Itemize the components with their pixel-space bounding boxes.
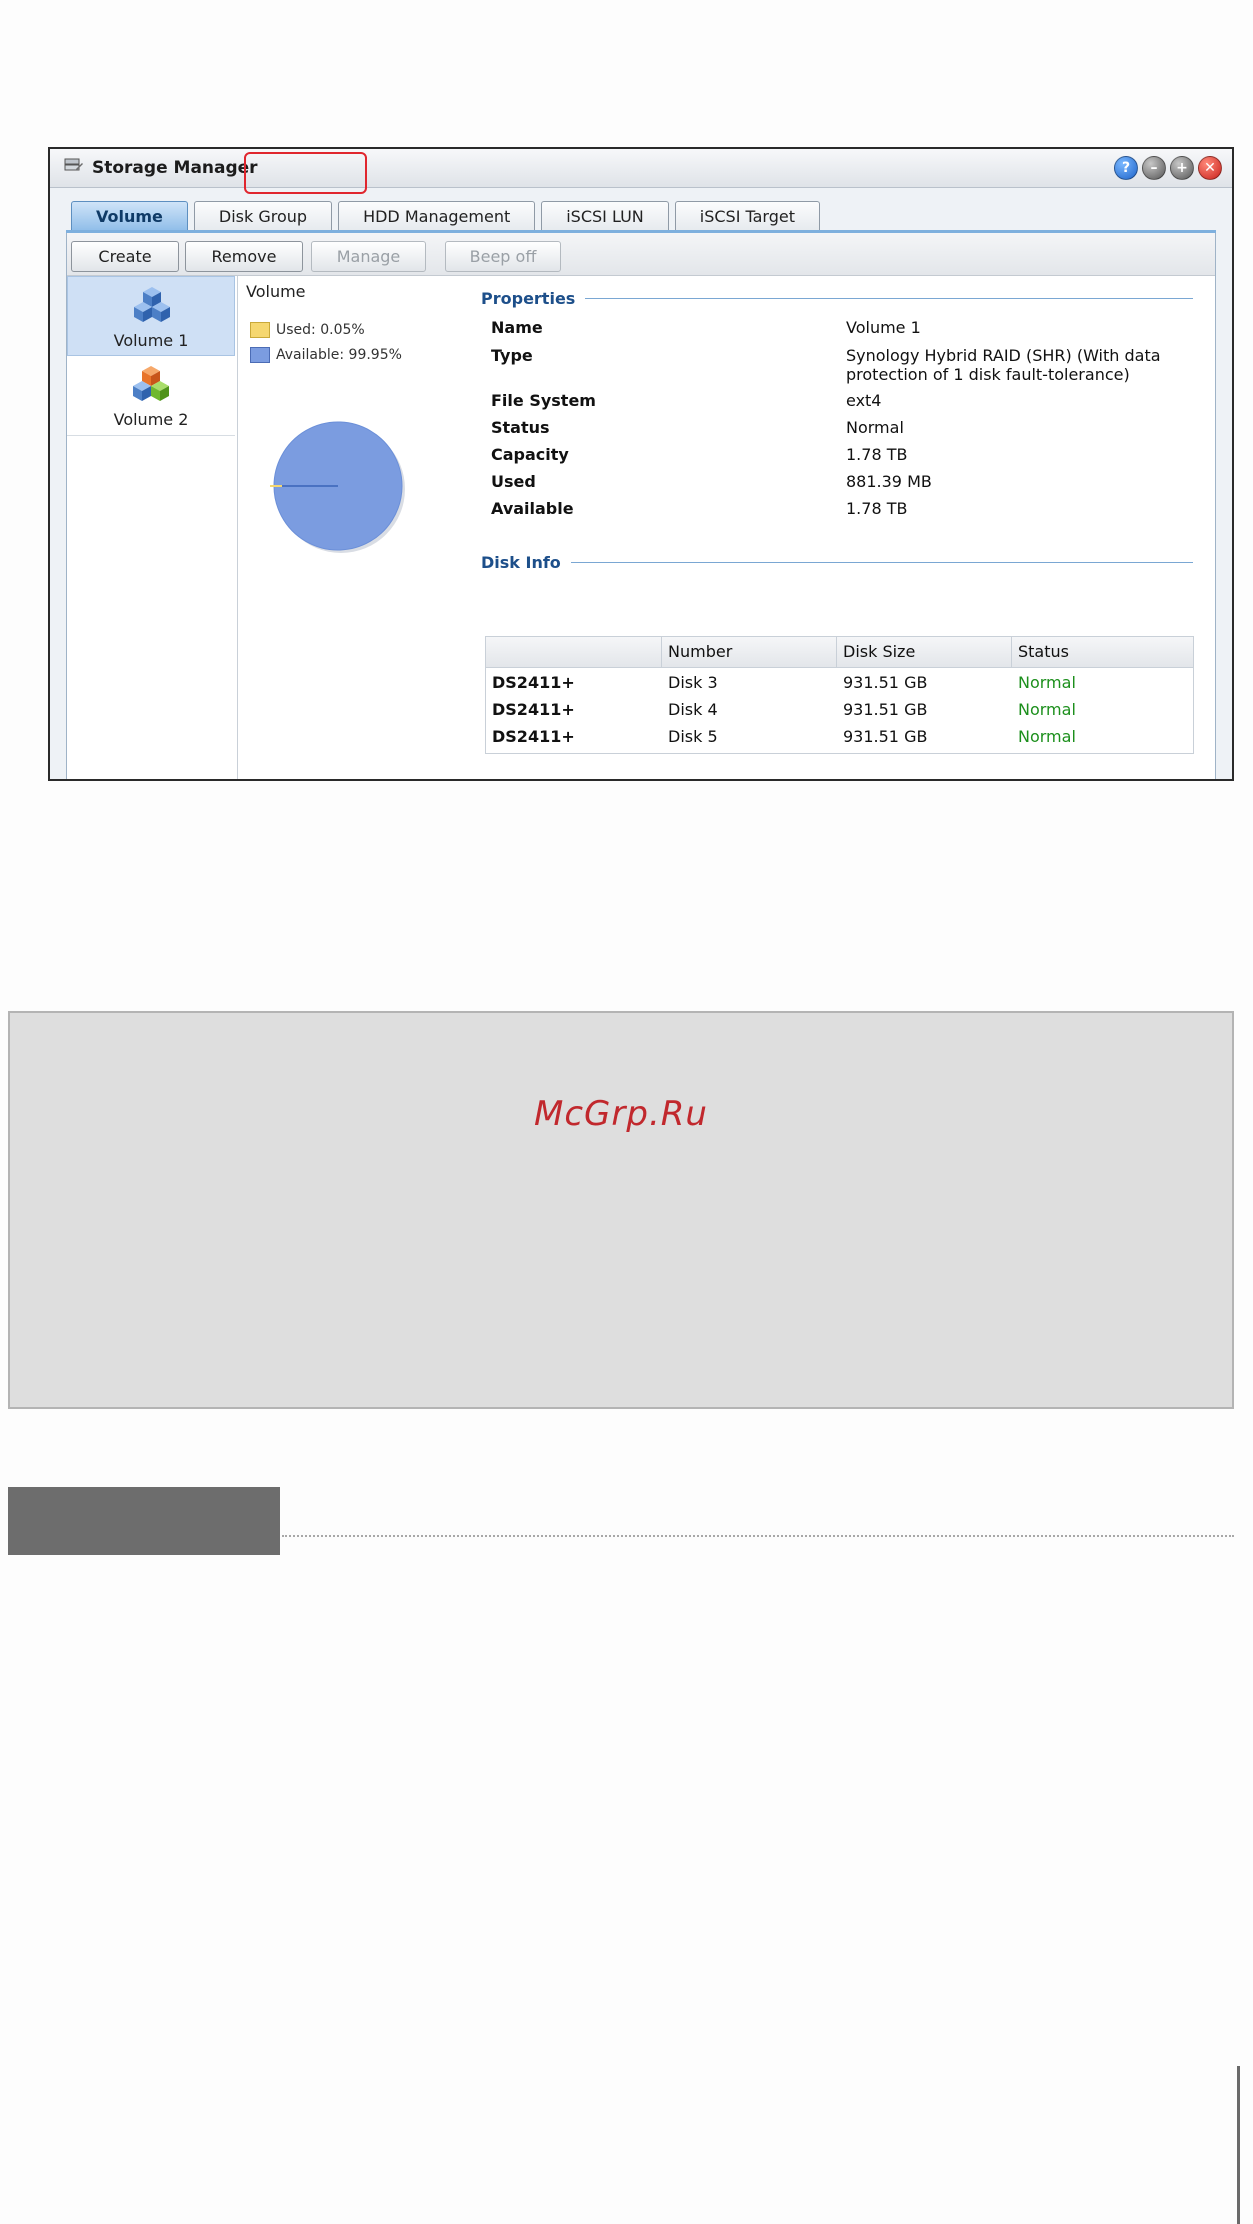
available-swatch <box>250 347 270 363</box>
volume-details: Volume Used: 0.05% Available: 99.95% Pro… <box>238 276 1215 779</box>
page-edge-marker <box>1237 2066 1240 2224</box>
row-status: Normal <box>1018 673 1076 692</box>
prop-fs-key: File System <box>491 391 596 410</box>
sidebar-item-label: Volume 1 <box>113 331 189 350</box>
volume-panel: Create Remove Manage Beep off Volume 1 V… <box>66 233 1216 779</box>
disk-info-table: Number Disk Size Status DS2411+ Disk 3 9… <box>485 636 1194 754</box>
row-size: 931.51 GB <box>843 700 928 719</box>
maximize-icon[interactable]: + <box>1170 156 1194 180</box>
tab-disk-group[interactable]: Disk Group <box>193 201 333 231</box>
prop-type-value: Synology Hybrid RAID (SHR) (With data pr… <box>846 346 1161 384</box>
window-title: Storage Manager <box>92 158 258 178</box>
usage-pie-chart <box>268 418 410 558</box>
tab-hdd-management[interactable]: HDD Management <box>338 201 536 231</box>
table-header: Number Disk Size Status <box>486 637 1193 668</box>
beep-off-button[interactable]: Beep off <box>445 241 561 272</box>
row-model: DS2411+ <box>492 727 575 746</box>
prop-name-value: Volume 1 <box>846 318 921 337</box>
tab-bar: Volume Disk Group HDD Management iSCSI L… <box>71 201 820 231</box>
create-button[interactable]: Create <box>71 241 179 272</box>
help-icon[interactable]: ? <box>1114 156 1138 180</box>
pie-svg <box>268 421 405 553</box>
column-header-status[interactable]: Status <box>1018 642 1069 661</box>
row-status: Normal <box>1018 727 1076 746</box>
row-number: Disk 5 <box>668 727 718 746</box>
tab-iscsi-target[interactable]: iSCSI Target <box>674 201 820 231</box>
tab-volume[interactable]: Volume <box>71 201 188 231</box>
prop-type-key: Type <box>491 346 533 365</box>
disk-info-heading: Disk Info <box>481 552 1193 572</box>
legend-available: Available: 99.95% <box>250 347 402 363</box>
legend-used-label: Used: 0.05% <box>276 322 365 338</box>
prop-fs-value: ext4 <box>846 391 882 410</box>
row-model: DS2411+ <box>492 700 575 719</box>
prop-available-value: 1.78 TB <box>846 499 908 518</box>
row-size: 931.51 GB <box>843 727 928 746</box>
note-box: McGrp.Ru <box>8 1011 1234 1409</box>
usage-chart-title: Volume <box>246 282 306 301</box>
prop-used-key: Used <box>491 472 536 491</box>
prop-capacity-key: Capacity <box>491 445 569 464</box>
properties-heading: Properties <box>481 288 1193 308</box>
row-size: 931.51 GB <box>843 673 928 692</box>
column-header-number[interactable]: Number <box>668 642 732 661</box>
row-number: Disk 3 <box>668 673 718 692</box>
tab-iscsi-lun[interactable]: iSCSI LUN <box>541 201 669 231</box>
sidebar-item-volume-1[interactable]: Volume 1 <box>67 276 235 356</box>
volume-list: Volume 1 Volume 2 <box>67 276 238 779</box>
prop-name-key: Name <box>491 318 543 337</box>
row-status: Normal <box>1018 700 1076 719</box>
storage-manager-app-icon <box>64 158 83 171</box>
row-model: DS2411+ <box>492 673 575 692</box>
prop-capacity-value: 1.78 TB <box>846 445 908 464</box>
toolbar: Create Remove Manage Beep off <box>67 233 1215 276</box>
remove-button[interactable]: Remove <box>185 241 303 272</box>
section-header-bar <box>8 1487 280 1555</box>
close-icon[interactable]: ✕ <box>1198 156 1222 180</box>
used-swatch <box>250 322 270 338</box>
legend-available-label: Available: 99.95% <box>276 347 402 363</box>
watermark-text: McGrp.Ru <box>534 1094 708 1134</box>
properties-heading-label: Properties <box>481 288 576 308</box>
row-number: Disk 4 <box>668 700 718 719</box>
manage-button[interactable]: Manage <box>311 241 426 272</box>
sidebar-item-label: Volume 2 <box>113 410 189 429</box>
legend-used: Used: 0.05% <box>250 322 365 338</box>
prop-status-key: Status <box>491 418 550 437</box>
manage-highlight-box <box>244 152 367 194</box>
title-bar[interactable]: Storage Manager ? – + ✕ <box>50 149 1232 188</box>
sidebar-item-volume-2[interactable]: Volume 2 <box>67 356 235 436</box>
disk-info-heading-label: Disk Info <box>481 552 561 572</box>
volume-blue-cubes-icon <box>134 287 170 322</box>
dotted-divider <box>282 1535 1234 1537</box>
column-header-disk-size[interactable]: Disk Size <box>843 642 915 661</box>
prop-used-value: 881.39 MB <box>846 472 932 491</box>
prop-status-value: Normal <box>846 418 904 437</box>
storage-manager-window: Storage Manager ? – + ✕ Volume Disk Grou… <box>48 147 1234 781</box>
minimize-icon[interactable]: – <box>1142 156 1166 180</box>
prop-available-key: Available <box>491 499 574 518</box>
volume-color-cubes-icon <box>133 366 169 401</box>
